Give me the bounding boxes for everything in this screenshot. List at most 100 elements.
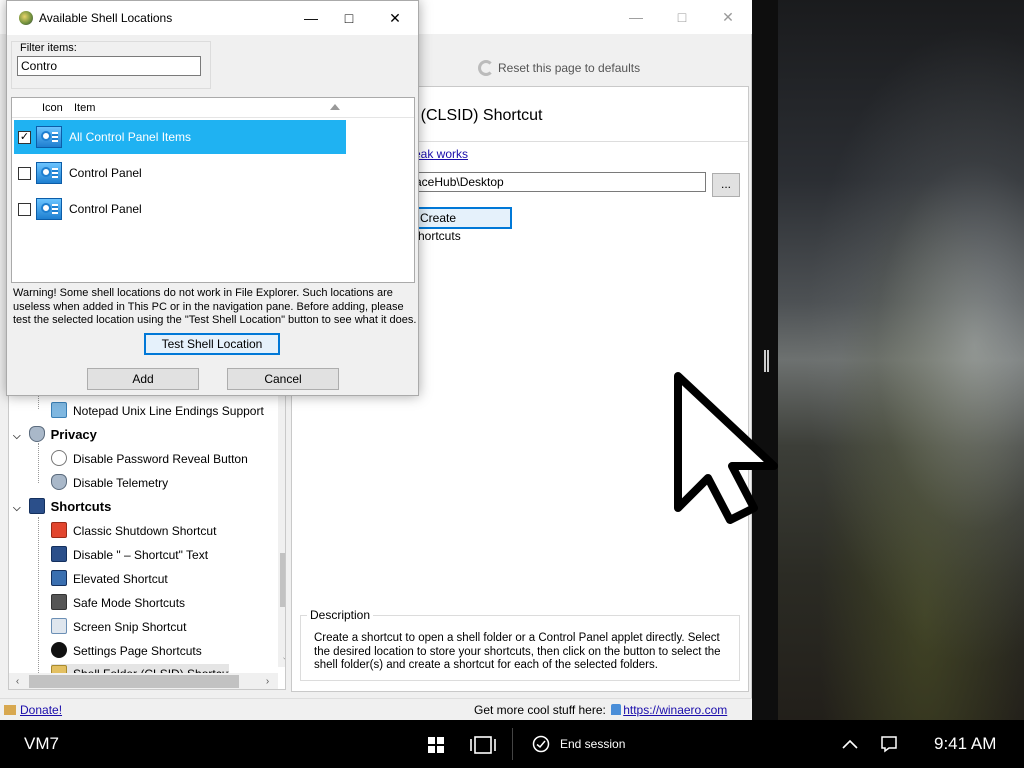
scroll-thumb[interactable]	[29, 675, 239, 688]
dialog-titlebar: Available Shell Locations — □ ✕	[7, 1, 418, 35]
tree-category-shortcuts[interactable]: ⌵ Shortcuts	[13, 496, 111, 518]
monitor-icon	[51, 594, 67, 610]
shield-icon	[28, 426, 45, 442]
tree-category-label: Privacy	[50, 427, 97, 442]
shortcut-arrow-icon	[28, 498, 45, 514]
tree-connector	[38, 395, 39, 409]
end-session-button[interactable]: End session	[560, 737, 625, 751]
item-label: Control Panel	[69, 202, 142, 216]
tree-item-label: Classic Shutdown Shortcut	[73, 524, 217, 538]
column-header-item[interactable]: Item	[74, 102, 95, 114]
target-folder-field[interactable]: aceHub\Desktop	[400, 172, 706, 192]
scissors-icon	[51, 618, 67, 634]
chevron-down-icon[interactable]: ⌵	[13, 498, 25, 520]
taskbar: VM7 End session 9:41 AM	[0, 720, 1024, 768]
donate-link[interactable]: Donate!	[20, 703, 62, 717]
winaero-link[interactable]: https://winaero.com	[623, 703, 727, 717]
test-shell-location-button[interactable]: Test Shell Location	[144, 333, 280, 355]
filter-label: Filter items:	[20, 42, 77, 54]
tree-item-label: Screen Snip Shortcut	[73, 620, 187, 634]
cancel-button[interactable]: Cancel	[227, 368, 339, 390]
desktop-wallpaper	[776, 0, 1024, 720]
dialog-title: Available Shell Locations	[39, 11, 173, 25]
control-panel-icon	[36, 162, 62, 184]
tree-item[interactable]: Disable " – Shortcut" Text	[51, 544, 208, 566]
description-text: Create a shortcut to open a shell folder…	[314, 632, 721, 671]
list-item[interactable]: Control Panel	[14, 156, 346, 190]
tree-item-label: Safe Mode Shortcuts	[73, 596, 186, 610]
chevron-down-icon[interactable]: ⌵	[13, 426, 25, 448]
mouse-pointer-icon	[674, 372, 778, 524]
windows-start-icon[interactable]	[428, 737, 444, 753]
tree-item[interactable]: Notepad Unix Line Endings Support	[51, 400, 264, 422]
warning-text: Warning! Some shell locations do not wor…	[13, 287, 417, 326]
scroll-thumb[interactable]	[280, 553, 285, 607]
column-header-icon[interactable]: Icon	[42, 102, 63, 114]
list-item[interactable]: ✓ All Control Panel Items	[14, 120, 346, 154]
tree-item[interactable]: Disable Password Reveal Button	[51, 448, 248, 470]
how-tweak-works-link[interactable]: eak works	[414, 147, 468, 161]
clock[interactable]: 9:41 AM	[934, 734, 996, 754]
filter-input[interactable]: Contro	[17, 56, 201, 76]
add-button[interactable]: Add	[87, 368, 199, 390]
item-checkbox[interactable]: ✓	[18, 131, 31, 144]
sort-arrow-icon	[330, 104, 340, 110]
task-view-icon[interactable]	[470, 736, 496, 754]
gear-icon	[51, 642, 67, 658]
checkmark-circle-icon[interactable]	[532, 735, 550, 753]
status-bar: Donate! Get more cool stuff here: https:…	[0, 698, 752, 720]
shell-locations-dialog: Available Shell Locations — □ ✕ Filter i…	[6, 0, 419, 396]
lock-icon	[611, 704, 622, 715]
tree-item[interactable]: Safe Mode Shortcuts	[51, 592, 185, 614]
item-checkbox[interactable]	[18, 203, 31, 216]
close-button[interactable]: ✕	[383, 7, 407, 29]
app-icon	[19, 11, 33, 25]
scroll-down-arrow-icon[interactable]: ⌵	[278, 650, 285, 667]
notification-icon[interactable]	[880, 735, 898, 753]
tree-connector	[38, 443, 39, 483]
notepad-icon	[51, 402, 67, 418]
control-panel-icon	[36, 126, 62, 148]
eye-icon	[51, 450, 67, 466]
shield-icon	[51, 474, 67, 490]
tree-connector	[38, 517, 39, 677]
minimize-button[interactable]: —	[299, 7, 323, 29]
tree-item-label: Notepad Unix Line Endings Support	[73, 404, 264, 418]
reset-label: Reset this page to defaults	[498, 61, 641, 75]
chevron-up-icon[interactable]	[842, 738, 858, 750]
shortcut-arrow-icon	[51, 570, 67, 586]
tree-category-privacy[interactable]: ⌵ Privacy	[13, 424, 97, 446]
tree-item[interactable]: Elevated Shortcut	[51, 568, 168, 590]
item-checkbox[interactable]	[18, 167, 31, 180]
tree-item-label: Disable Telemetry	[73, 476, 169, 490]
tree-item[interactable]: Settings Page Shortcuts	[51, 640, 202, 662]
close-button[interactable]: ✕	[716, 6, 740, 28]
maximize-button[interactable]: □	[670, 6, 694, 28]
more-text: Get more cool stuff here:	[474, 703, 606, 717]
list-header: Icon Item	[12, 98, 414, 118]
maximize-button[interactable]: □	[337, 7, 361, 29]
tree-item-label: Disable Password Reveal Button	[73, 452, 248, 466]
donate-area: Donate!	[4, 703, 62, 717]
control-panel-icon	[36, 198, 62, 220]
tree-item[interactable]: Screen Snip Shortcut	[51, 616, 186, 638]
power-icon	[51, 522, 67, 538]
browse-button[interactable]: ...	[712, 173, 740, 197]
scroll-left-arrow-icon[interactable]: ‹	[9, 673, 26, 689]
tree-item-label: Disable " – Shortcut" Text	[73, 548, 209, 562]
taskbar-separator	[512, 728, 513, 760]
item-label: Control Panel	[69, 166, 142, 180]
scroll-right-arrow-icon[interactable]: ›	[259, 673, 276, 689]
tree-item[interactable]: Classic Shutdown Shortcut	[51, 520, 216, 542]
tree-item[interactable]: Disable Telemetry	[51, 472, 168, 494]
item-label: All Control Panel Items	[69, 130, 192, 144]
tree-horizontal-scrollbar[interactable]: ‹ ›	[9, 673, 278, 689]
list-item[interactable]: Control Panel	[14, 192, 346, 226]
shell-locations-list[interactable]: Icon Item ✓ All Control Panel Items Cont…	[11, 97, 415, 283]
reset-icon	[478, 60, 494, 76]
reset-page-button[interactable]: Reset this page to defaults	[478, 60, 640, 76]
vm-name: VM7	[24, 734, 59, 753]
more-stuff-area: Get more cool stuff here: https://winaer…	[474, 703, 727, 717]
tree-item-label: Settings Page Shortcuts	[73, 644, 202, 658]
minimize-button[interactable]: —	[624, 6, 648, 28]
